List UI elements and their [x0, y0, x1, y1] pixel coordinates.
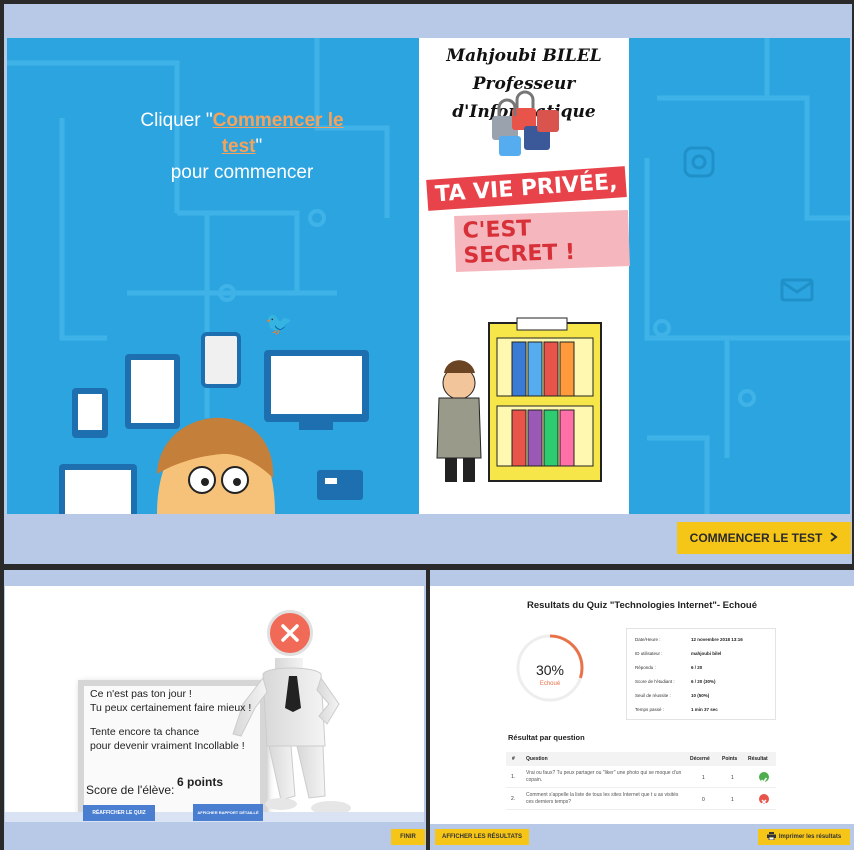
info-value-time: 1 min 37 sec: [691, 707, 718, 712]
row-points: 1: [731, 797, 734, 803]
row-number: 2.: [511, 796, 516, 802]
start-test-button[interactable]: COMMENCER LE TEST: [677, 522, 851, 554]
info-value-user: mahjoubi bilel: [691, 651, 722, 656]
table-row: 1. Vrai ou faux? Tu peux partager ou "li…: [506, 768, 776, 788]
per-question-title: Résultat par question: [508, 733, 585, 742]
privacy-headline-2: C'EST SECRET !: [454, 209, 630, 273]
poster-illustration: [436, 90, 602, 482]
feedback-line-4: pour devenir vraiment Incollable !: [90, 740, 245, 752]
start-test-label: COMMENCER LE TEST: [689, 531, 823, 545]
info-label-threshold: Seuil de réussite :: [635, 693, 671, 698]
feedback-line-2: Tu peux certainement faire mieux !: [90, 702, 252, 714]
score-status: Echoué: [539, 681, 561, 687]
screenshot-collage: 🐦 Cliquer "Commencer le test" pour comme…: [0, 0, 854, 850]
svg-text:🐦: 🐦: [265, 312, 292, 337]
reshow-quiz-button[interactable]: RÉAFFICHER LE QUIZ: [83, 805, 155, 821]
results-info-box: Date/Heure : 12 novembre 2018 13:16 ID u…: [626, 628, 776, 720]
results-panel: Resultats du Quiz "Technologies Internet…: [430, 570, 854, 850]
cross-icon: [759, 794, 769, 805]
intro-subline: pour commencer: [170, 162, 314, 183]
intro-suffix: ": [255, 136, 263, 157]
intro-instruction: Cliquer "Commencer le test" pour commenc…: [127, 108, 357, 186]
intro-prefix: Cliquer ": [140, 110, 213, 131]
results-title: Resultats du Quiz "Technologies Internet…: [527, 600, 757, 611]
info-label-time: Temps passé :: [635, 707, 665, 712]
feedback-line-3: Tente encore ta chance: [90, 726, 200, 738]
finish-button[interactable]: FINIR: [391, 829, 425, 845]
col-result: Résultat: [748, 756, 768, 762]
fail-x-icon: [267, 610, 313, 656]
print-results-label: Imprimer les résultats: [778, 834, 842, 840]
info-value-answered: 6 / 20: [691, 665, 703, 670]
info-value-date: 12 novembre 2018 13:16: [691, 637, 743, 642]
score-value: 6 points: [177, 775, 224, 789]
show-results-button[interactable]: AFFICHER LES RÉSULTATS: [435, 829, 529, 845]
info-label-score: Score de l'étudiant :: [635, 679, 675, 684]
row-question: Vrai ou faux? Tu peux partager ou "liker…: [526, 770, 682, 783]
row-awarded: 0: [702, 797, 705, 803]
row-question: Comment s'appelle la liste de tous les s…: [526, 792, 679, 805]
info-value-score: 6 / 20 (30%): [691, 679, 716, 684]
detailed-report-button[interactable]: AFFICHER RAPPORT DÉTAILLÉ: [193, 804, 263, 821]
print-results-button[interactable]: Imprimer les résultats: [758, 829, 850, 845]
feedback-slide: Ce n'est pas ton jour ! Tu peux certaine…: [5, 586, 424, 822]
info-label-user: ID utilisateur :: [635, 651, 663, 656]
score-label: Score de l'élève:: [86, 783, 175, 797]
table-row: 2. Comment s'appelle la liste de tous le…: [506, 790, 776, 810]
start-test-link[interactable]: Commencer le test: [213, 110, 344, 157]
col-awarded: Décerné: [690, 756, 710, 762]
results-slide: Resultats du Quiz "Technologies Internet…: [430, 586, 854, 824]
feedback-line-1: Ce n'est pas ton jour !: [90, 688, 192, 700]
info-label-date: Date/Heure :: [635, 637, 661, 642]
col-question: Question: [526, 756, 548, 762]
col-points: Points: [722, 756, 738, 762]
check-icon: [759, 772, 769, 784]
row-awarded: 1: [702, 775, 705, 781]
privacy-poster: Mahjoubi BILEL Professeur d'Informatique: [419, 38, 630, 514]
quiz-intro-panel: 🐦 Cliquer "Commencer le test" pour comme…: [4, 4, 852, 564]
col-num: #: [512, 756, 515, 762]
chevron-right-icon: [830, 531, 838, 545]
feedback-panel: Ce n'est pas ton jour ! Tu peux certaine…: [4, 570, 426, 850]
row-number: 1.: [511, 774, 516, 780]
intro-slide: 🐦 Cliquer "Commencer le test" pour comme…: [7, 38, 850, 514]
score-percent: 30%: [535, 662, 565, 678]
printer-icon: [766, 832, 776, 842]
info-value-threshold: 10 (50%): [691, 693, 710, 698]
row-points: 1: [731, 775, 734, 781]
info-label-answered: Répondu :: [635, 665, 656, 670]
results-table-header: # Question Décerné Points Résultat: [506, 752, 776, 766]
